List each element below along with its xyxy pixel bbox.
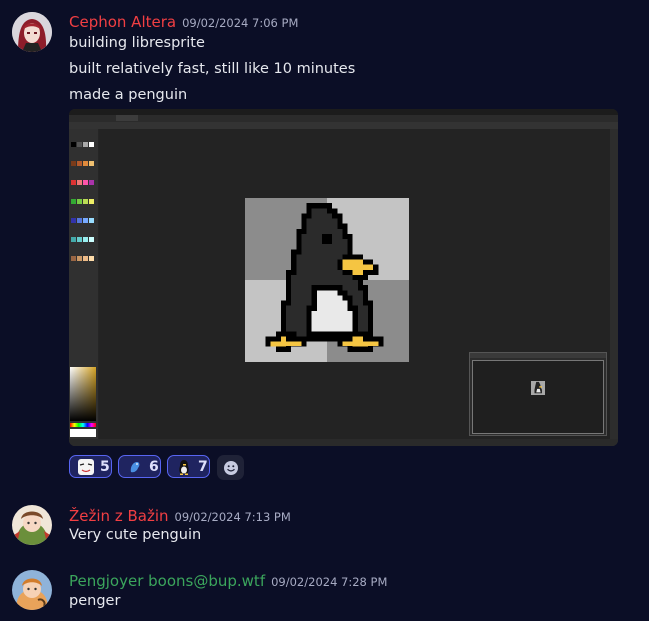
reaction-count: 6 — [149, 458, 159, 475]
color-picker — [70, 367, 96, 421]
message-header: Pengjoyer boons@bup.wtf 09/02/2024 7:28 P… — [69, 571, 387, 590]
message-text: penger — [69, 593, 121, 609]
message-header: Cephon Altera 09/02/2024 7:06 PM — [69, 12, 298, 31]
author-name[interactable]: Cephon Altera — [69, 13, 176, 31]
hue-slider — [70, 423, 96, 427]
reaction-button[interactable]: 7 — [167, 455, 210, 478]
timestamp: 09/02/2024 7:28 PM — [271, 575, 388, 589]
message-text: made a penguin — [69, 87, 188, 103]
editor-options-bar — [69, 122, 618, 129]
message-text: Very cute penguin — [69, 527, 202, 543]
reaction-button[interactable]: 5 — [69, 455, 112, 478]
message-2: Žežin z Bažin 09/02/2024 7:13 PM Very cut… — [0, 490, 649, 550]
avatar[interactable] — [12, 505, 52, 545]
penguin-emoji-icon — [179, 459, 189, 475]
color-palette-panel — [69, 129, 98, 446]
message-3: Pengjoyer boons@bup.wtf 09/02/2024 7:28 P… — [0, 560, 649, 621]
reaction-button[interactable]: 6 — [118, 455, 161, 478]
timestamp: 09/02/2024 7:13 PM — [174, 510, 291, 524]
anime-face-emoji-icon — [78, 458, 94, 475]
message-header: Žežin z Bažin 09/02/2024 7:13 PM — [69, 506, 291, 525]
editor-tabbar — [69, 115, 618, 122]
orange-character-avatar-icon — [12, 570, 52, 610]
author-name[interactable]: Pengjoyer boons@bup.wtf — [69, 572, 265, 590]
avatar[interactable] — [12, 12, 52, 52]
author-name[interactable]: Žežin z Bažin — [69, 507, 169, 525]
illustrated-character-avatar-icon — [12, 505, 52, 545]
preview-canvas — [472, 360, 604, 434]
penguin-preview-icon — [531, 381, 545, 395]
smiley-add-reaction-icon — [223, 460, 238, 475]
timestamp: 09/02/2024 7:06 PM — [182, 16, 299, 30]
message-text: built relatively fast, still like 10 min… — [69, 61, 356, 77]
editor-statusbar — [69, 439, 618, 446]
pixel-penguin-sprite-icon — [245, 198, 409, 362]
preview-titlebar — [470, 353, 606, 358]
add-reaction-button[interactable] — [217, 455, 244, 480]
message-1: Cephon Altera 09/02/2024 7:06 PM building… — [0, 0, 649, 490]
message-text: building libresprite — [69, 35, 205, 51]
color-value-box — [70, 429, 96, 437]
palette-swatches — [71, 133, 95, 266]
editor-tab — [116, 115, 138, 121]
reaction-count: 5 — [100, 458, 110, 475]
tool-strip — [610, 129, 618, 446]
red-haired-character-avatar-icon — [12, 12, 52, 52]
reaction-count: 7 — [198, 458, 208, 475]
image-attachment[interactable] — [69, 109, 618, 446]
avatar[interactable] — [12, 570, 52, 610]
blue-bird-emoji-icon — [130, 461, 140, 472]
preview-window — [469, 352, 607, 436]
